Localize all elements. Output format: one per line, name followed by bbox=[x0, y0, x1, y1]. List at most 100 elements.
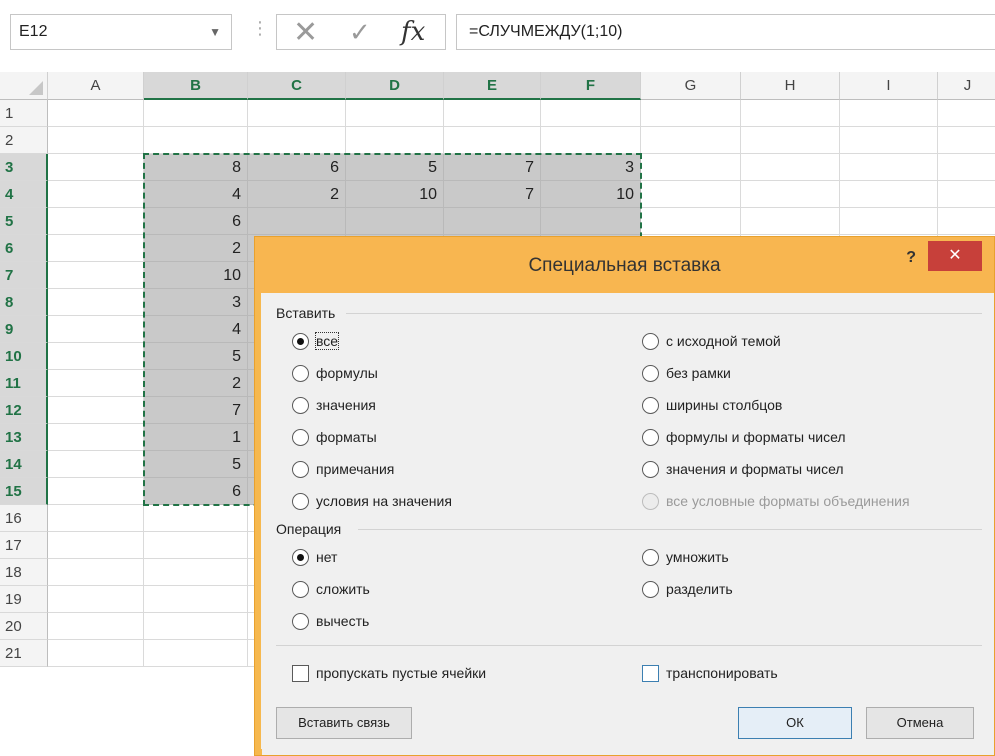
cell-i1[interactable] bbox=[840, 100, 938, 127]
cell-d5[interactable] bbox=[346, 208, 444, 235]
row-header-1[interactable]: 1 bbox=[0, 100, 48, 127]
cell-c2[interactable] bbox=[248, 127, 346, 154]
cell-a10[interactable] bbox=[48, 343, 144, 370]
cell-d1[interactable] bbox=[346, 100, 444, 127]
radio-icon[interactable] bbox=[292, 613, 309, 630]
insert-function-icon[interactable]: fx bbox=[401, 17, 425, 47]
row-header-6[interactable]: 6 bbox=[0, 235, 48, 262]
cell-b10[interactable]: 5 bbox=[144, 343, 248, 370]
cell-i2[interactable] bbox=[840, 127, 938, 154]
cell-h3[interactable] bbox=[741, 154, 840, 181]
cell-f4[interactable]: 10 bbox=[541, 181, 641, 208]
cell-a12[interactable] bbox=[48, 397, 144, 424]
cell-a7[interactable] bbox=[48, 262, 144, 289]
column-header-i[interactable]: I bbox=[840, 72, 938, 100]
cell-h1[interactable] bbox=[741, 100, 840, 127]
cell-f5[interactable] bbox=[541, 208, 641, 235]
checkbox-icon[interactable] bbox=[642, 665, 659, 682]
row-header-8[interactable]: 8 bbox=[0, 289, 48, 316]
name-box[interactable]: E12 ▼ bbox=[10, 14, 232, 50]
column-header-c[interactable]: C bbox=[248, 72, 346, 100]
cell-b15[interactable]: 6 bbox=[144, 478, 248, 505]
row-header-15[interactable]: 15 bbox=[0, 478, 48, 505]
column-header-h[interactable]: H bbox=[741, 72, 840, 100]
cell-i3[interactable] bbox=[840, 154, 938, 181]
row-header-12[interactable]: 12 bbox=[0, 397, 48, 424]
radio-icon[interactable] bbox=[292, 429, 309, 446]
cell-a16[interactable] bbox=[48, 505, 144, 532]
row-header-20[interactable]: 20 bbox=[0, 613, 48, 640]
cell-d4[interactable]: 10 bbox=[346, 181, 444, 208]
cell-b5[interactable]: 6 bbox=[144, 208, 248, 235]
column-header-d[interactable]: D bbox=[346, 72, 444, 100]
cell-a21[interactable] bbox=[48, 640, 144, 667]
cell-j4[interactable] bbox=[938, 181, 995, 208]
cell-a13[interactable] bbox=[48, 424, 144, 451]
radio-icon[interactable] bbox=[642, 461, 659, 478]
cell-a11[interactable] bbox=[48, 370, 144, 397]
checkbox-icon[interactable] bbox=[292, 665, 309, 682]
radio-icon[interactable] bbox=[642, 549, 659, 566]
cell-h2[interactable] bbox=[741, 127, 840, 154]
close-button[interactable]: ✕ bbox=[928, 241, 982, 271]
cell-b4[interactable]: 4 bbox=[144, 181, 248, 208]
row-header-16[interactable]: 16 bbox=[0, 505, 48, 532]
cell-d2[interactable] bbox=[346, 127, 444, 154]
cell-j2[interactable] bbox=[938, 127, 995, 154]
row-header-3[interactable]: 3 bbox=[0, 154, 48, 181]
cell-b2[interactable] bbox=[144, 127, 248, 154]
cell-h5[interactable] bbox=[741, 208, 840, 235]
cell-a19[interactable] bbox=[48, 586, 144, 613]
cell-f3[interactable]: 3 bbox=[541, 154, 641, 181]
chevron-down-icon[interactable]: ▼ bbox=[209, 25, 221, 39]
cell-c3[interactable]: 6 bbox=[248, 154, 346, 181]
cell-b6[interactable]: 2 bbox=[144, 235, 248, 262]
radio-icon[interactable] bbox=[292, 365, 309, 382]
cell-b14[interactable]: 5 bbox=[144, 451, 248, 478]
cell-a2[interactable] bbox=[48, 127, 144, 154]
cell-i4[interactable] bbox=[840, 181, 938, 208]
row-header-10[interactable]: 10 bbox=[0, 343, 48, 370]
cell-d3[interactable]: 5 bbox=[346, 154, 444, 181]
cell-a20[interactable] bbox=[48, 613, 144, 640]
cell-b20[interactable] bbox=[144, 613, 248, 640]
radio-icon[interactable] bbox=[292, 461, 309, 478]
radio-icon[interactable] bbox=[292, 333, 309, 350]
cell-a8[interactable] bbox=[48, 289, 144, 316]
row-header-18[interactable]: 18 bbox=[0, 559, 48, 586]
row-header-21[interactable]: 21 bbox=[0, 640, 48, 667]
row-header-19[interactable]: 19 bbox=[0, 586, 48, 613]
radio-icon[interactable] bbox=[292, 549, 309, 566]
row-header-13[interactable]: 13 bbox=[0, 424, 48, 451]
radio-icon[interactable] bbox=[292, 397, 309, 414]
cell-b18[interactable] bbox=[144, 559, 248, 586]
row-header-17[interactable]: 17 bbox=[0, 532, 48, 559]
cell-c1[interactable] bbox=[248, 100, 346, 127]
column-header-a[interactable]: A bbox=[48, 72, 144, 100]
row-header-5[interactable]: 5 bbox=[0, 208, 48, 235]
row-header-14[interactable]: 14 bbox=[0, 451, 48, 478]
cell-g2[interactable] bbox=[641, 127, 741, 154]
row-header-2[interactable]: 2 bbox=[0, 127, 48, 154]
cell-b9[interactable]: 4 bbox=[144, 316, 248, 343]
column-header-e[interactable]: E bbox=[444, 72, 541, 100]
cell-b3[interactable]: 8 bbox=[144, 154, 248, 181]
help-icon[interactable]: ? bbox=[906, 249, 916, 267]
cell-b8[interactable]: 3 bbox=[144, 289, 248, 316]
cell-a5[interactable] bbox=[48, 208, 144, 235]
row-header-4[interactable]: 4 bbox=[0, 181, 48, 208]
cell-i5[interactable] bbox=[840, 208, 938, 235]
row-header-11[interactable]: 11 bbox=[0, 370, 48, 397]
cell-e3[interactable]: 7 bbox=[444, 154, 541, 181]
column-header-f[interactable]: F bbox=[541, 72, 641, 100]
cell-b17[interactable] bbox=[144, 532, 248, 559]
cell-f1[interactable] bbox=[541, 100, 641, 127]
cell-a15[interactable] bbox=[48, 478, 144, 505]
ok-button[interactable]: ОК bbox=[738, 707, 852, 739]
cell-j1[interactable] bbox=[938, 100, 995, 127]
radio-icon[interactable] bbox=[642, 397, 659, 414]
cell-j3[interactable] bbox=[938, 154, 995, 181]
cancel-icon[interactable]: ✕ bbox=[293, 15, 318, 50]
radio-icon[interactable] bbox=[642, 333, 659, 350]
cell-b7[interactable]: 10 bbox=[144, 262, 248, 289]
